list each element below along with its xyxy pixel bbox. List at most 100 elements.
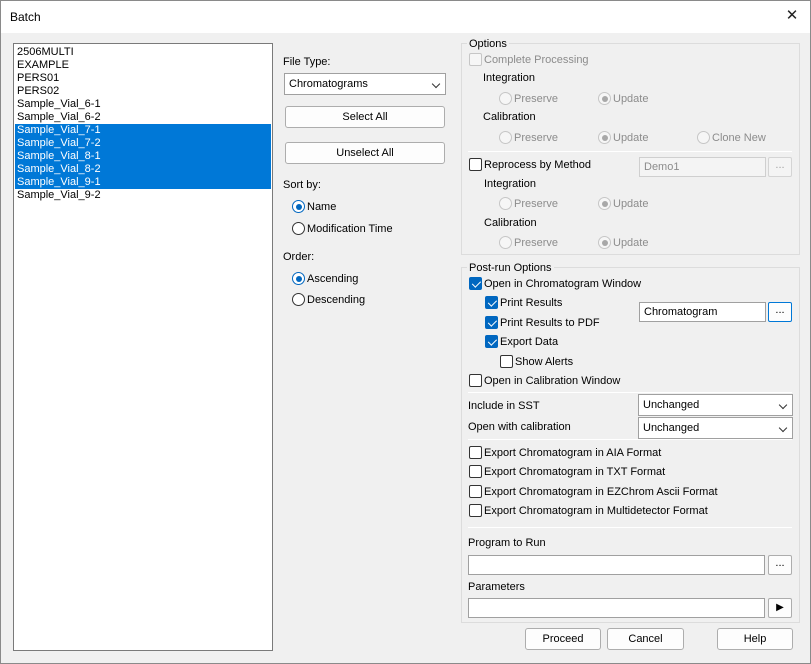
show-alerts-checkbox[interactable] [500, 355, 513, 368]
cancel-button[interactable]: Cancel [607, 628, 684, 650]
export-multidet-label: Export Chromatogram in Multidetector For… [484, 505, 708, 517]
help-button[interactable]: Help [717, 628, 793, 650]
list-item[interactable]: Sample_Vial_9-2 [15, 189, 271, 202]
parameters-field[interactable] [468, 598, 765, 618]
complete-processing-label: Complete Processing [484, 54, 589, 66]
calibration-update-radio[interactable] [598, 131, 611, 144]
list-item[interactable]: PERS02 [15, 85, 271, 98]
open-chrom-window-label: Open in Chromatogram Window [484, 278, 642, 290]
show-alerts-label: Show Alerts [515, 356, 574, 368]
export-aia-label: Export Chromatogram in AIA Format [484, 447, 662, 459]
chevron-down-icon [431, 79, 441, 89]
export-ezchrom-checkbox[interactable] [469, 485, 482, 498]
include-sst-label: Include in SST [468, 400, 540, 412]
sort-mod-time-radio[interactable] [292, 222, 305, 235]
file-type-label: File Type: [283, 56, 331, 68]
calibration-clone-new-label: Clone New [712, 132, 766, 144]
reprocess-integration-update-radio[interactable] [598, 197, 611, 210]
reprocess-integration-update-label: Update [613, 198, 649, 210]
integration-update-radio[interactable] [598, 92, 611, 105]
unselect-all-button[interactable]: Unselect All [285, 142, 445, 164]
program-browse-button[interactable]: ... [768, 555, 792, 575]
sort-mod-time-label: Modification Time [307, 223, 393, 235]
print-results-checkbox[interactable] [485, 296, 498, 309]
calibration-clone-new-radio[interactable] [697, 131, 710, 144]
descending-radio[interactable] [292, 293, 305, 306]
report-browse-button[interactable]: ... [768, 302, 792, 322]
run-play-button[interactable]: ▶ [768, 598, 792, 618]
list-item[interactable]: Sample_Vial_8-1 [15, 150, 271, 163]
options-divider [468, 151, 792, 152]
export-data-label: Export Data [500, 336, 559, 348]
list-item[interactable]: Sample_Vial_6-1 [15, 98, 271, 111]
reprocess-by-method-checkbox[interactable] [469, 158, 482, 171]
sort-by-label: Sort by: [283, 179, 321, 191]
postrun-divider-3 [468, 527, 792, 528]
ascending-radio[interactable] [292, 272, 305, 285]
file-type-select[interactable]: Chromatograms [284, 73, 446, 95]
export-ezchrom-label: Export Chromatogram in EZChrom Ascii For… [484, 486, 718, 498]
file-type-value: Chromatograms [289, 78, 368, 90]
ascending-label: Ascending [307, 273, 359, 285]
chevron-down-icon [778, 423, 788, 433]
calibration-preserve-label: Preserve [514, 132, 559, 144]
descending-label: Descending [307, 294, 366, 306]
close-icon[interactable]: ✕ [780, 5, 804, 27]
method-field[interactable]: Demo1 [639, 157, 766, 177]
integration-preserve-label: Preserve [514, 93, 559, 105]
include-sst-select[interactable]: Unchanged [638, 394, 793, 416]
select-all-button[interactable]: Select All [285, 106, 445, 128]
chevron-down-icon [778, 400, 788, 410]
proceed-button[interactable]: Proceed [525, 628, 601, 650]
list-item[interactable]: Sample_Vial_7-1 [15, 124, 271, 137]
list-item[interactable]: Sample_Vial_7-2 [15, 137, 271, 150]
open-with-cal-value: Unchanged [643, 422, 700, 434]
reprocess-integration-preserve-radio[interactable] [499, 197, 512, 210]
list-item[interactable]: Sample_Vial_6-2 [15, 111, 271, 124]
reprocess-integration-label: Integration [484, 178, 536, 190]
play-icon: ▶ [776, 602, 784, 613]
include-sst-value: Unchanged [643, 399, 700, 411]
print-results-pdf-checkbox[interactable] [485, 316, 498, 329]
list-item[interactable]: PERS01 [15, 72, 271, 85]
file-list[interactable]: 2506MULTI EXAMPLE PERS01 PERS02 Sample_Vial_… [13, 43, 273, 651]
calibration-label: Calibration [483, 111, 536, 123]
open-cal-window-label: Open in Calibration Window [484, 375, 621, 387]
options-title: Options [467, 38, 509, 51]
postrun-title: Post-run Options [467, 262, 554, 275]
reprocess-calibration-update-radio[interactable] [598, 236, 611, 249]
batch-dialog: Batch ✕ 2506MULTI EXAMPLE PERS01 PERS02 Samp… [0, 0, 811, 664]
report-template-field[interactable]: Chromatogram [639, 302, 766, 322]
export-multidet-checkbox[interactable] [469, 504, 482, 517]
order-label: Order: [283, 251, 315, 263]
sort-name-radio[interactable] [292, 200, 305, 213]
export-txt-label: Export Chromatogram in TXT Format [484, 466, 666, 478]
reprocess-calibration-update-label: Update [613, 237, 649, 249]
open-with-cal-label: Open with calibration [468, 421, 571, 433]
export-data-checkbox[interactable] [485, 335, 498, 348]
calibration-update-label: Update [613, 132, 649, 144]
open-cal-window-checkbox[interactable] [469, 374, 482, 387]
open-with-cal-select[interactable]: Unchanged [638, 417, 793, 439]
complete-processing-checkbox[interactable] [469, 53, 482, 66]
print-results-pdf-label: Print Results to PDF [500, 317, 600, 329]
export-txt-checkbox[interactable] [469, 465, 482, 478]
list-item[interactable]: Sample_Vial_9-1 [15, 176, 271, 189]
program-to-run-label: Program to Run [468, 537, 546, 549]
sort-name-label: Name [307, 201, 337, 213]
list-item[interactable]: EXAMPLE [15, 59, 271, 72]
reprocess-integration-preserve-label: Preserve [514, 198, 559, 210]
integration-update-label: Update [613, 93, 649, 105]
list-item[interactable]: Sample_Vial_8-2 [15, 163, 271, 176]
calibration-preserve-radio[interactable] [499, 131, 512, 144]
print-results-label: Print Results [500, 297, 563, 309]
program-to-run-field[interactable] [468, 555, 765, 575]
method-browse-button[interactable]: ... [768, 157, 792, 177]
integration-preserve-radio[interactable] [499, 92, 512, 105]
reprocess-calibration-label: Calibration [484, 217, 537, 229]
integration-label: Integration [483, 72, 535, 84]
open-chrom-window-checkbox[interactable] [469, 277, 482, 290]
export-aia-checkbox[interactable] [469, 446, 482, 459]
list-item[interactable]: 2506MULTI [15, 46, 271, 59]
reprocess-calibration-preserve-radio[interactable] [499, 236, 512, 249]
